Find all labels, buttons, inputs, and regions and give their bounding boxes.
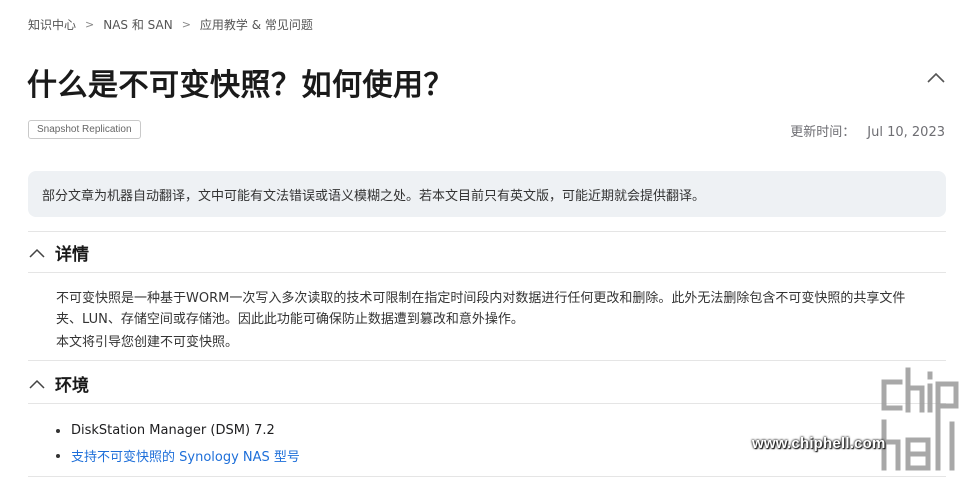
section-header-environment[interactable]: 环境 [28,371,89,396]
update-time-label: 更新时间： [790,125,856,140]
bullet-dot [56,453,60,458]
list-item[interactable]: 支持不可变快照的 Synology NAS 型号 [56,443,300,468]
environment-list: DiskStation Manager (DSM) 7.2 支持不可变快照的 S… [56,418,300,468]
collapse-all-button[interactable] [926,70,946,86]
update-time: 更新时间： Jul 10, 2023 [790,121,945,140]
details-line-2: 夹、LUN、存储空间或存储池。因此此功能可确保防止数据遭到篡改和意外操作。 [56,312,524,327]
divider [28,476,946,477]
update-time-value: Jul 10, 2023 [867,125,945,140]
notice-text: 部分文章为机器自动翻译，文中可能有文法错误或语义模糊之处。若本文目前只有英文版，… [42,189,706,204]
breadcrumb-knowledge-center[interactable]: 知识中心 [28,16,76,33]
supported-models-link[interactable]: 支持不可变快照的 Synology NAS 型号 [71,446,300,465]
bullet-dot [56,428,60,433]
list-item: DiskStation Manager (DSM) 7.2 [56,418,300,443]
divider [28,360,946,361]
chevron-up-icon [927,72,945,83]
details-paragraph: 不可变快照是一种基于WORM一次写入多次读取的技术可限制在指定时间段内对数据进行… [56,288,946,330]
chevron-up-icon [29,379,45,389]
breadcrumb: 知识中心 > NAS 和 SAN > 应用教学 & 常见问题 [28,16,313,33]
divider [28,272,946,273]
chiphell-watermark-logo [881,367,959,471]
details-line-1: 不可变快照是一种基于WORM一次写入多次读取的技术可限制在指定时间段内对数据进行… [56,291,906,306]
watermark-url: www.chiphell.com [752,435,886,452]
chevron-up-icon [29,248,45,258]
breadcrumb-nas-san[interactable]: NAS 和 SAN [103,16,172,33]
section-header-details[interactable]: 详情 [28,240,89,265]
section-title-environment: 环境 [55,376,89,396]
breadcrumb-tutorials-faq[interactable]: 应用教学 & 常见问题 [200,16,313,33]
section-title-details: 详情 [55,245,89,265]
divider [28,231,946,232]
page-title: 什么是不可变快照？如何使用？ [27,68,454,103]
details-intro-text: 本文将引导您创建不可变快照。 [56,335,239,350]
breadcrumb-separator: > [85,18,95,31]
details-intro-paragraph: 本文将引导您创建不可变快照。 [56,332,946,353]
tag-snapshot-replication[interactable]: Snapshot Replication [28,120,141,139]
breadcrumb-separator: > [181,18,191,31]
translation-notice: 部分文章为机器自动翻译，文中可能有文法错误或语义模糊之处。若本文目前只有英文版，… [28,171,946,217]
environment-dsm-version: DiskStation Manager (DSM) 7.2 [71,423,275,438]
